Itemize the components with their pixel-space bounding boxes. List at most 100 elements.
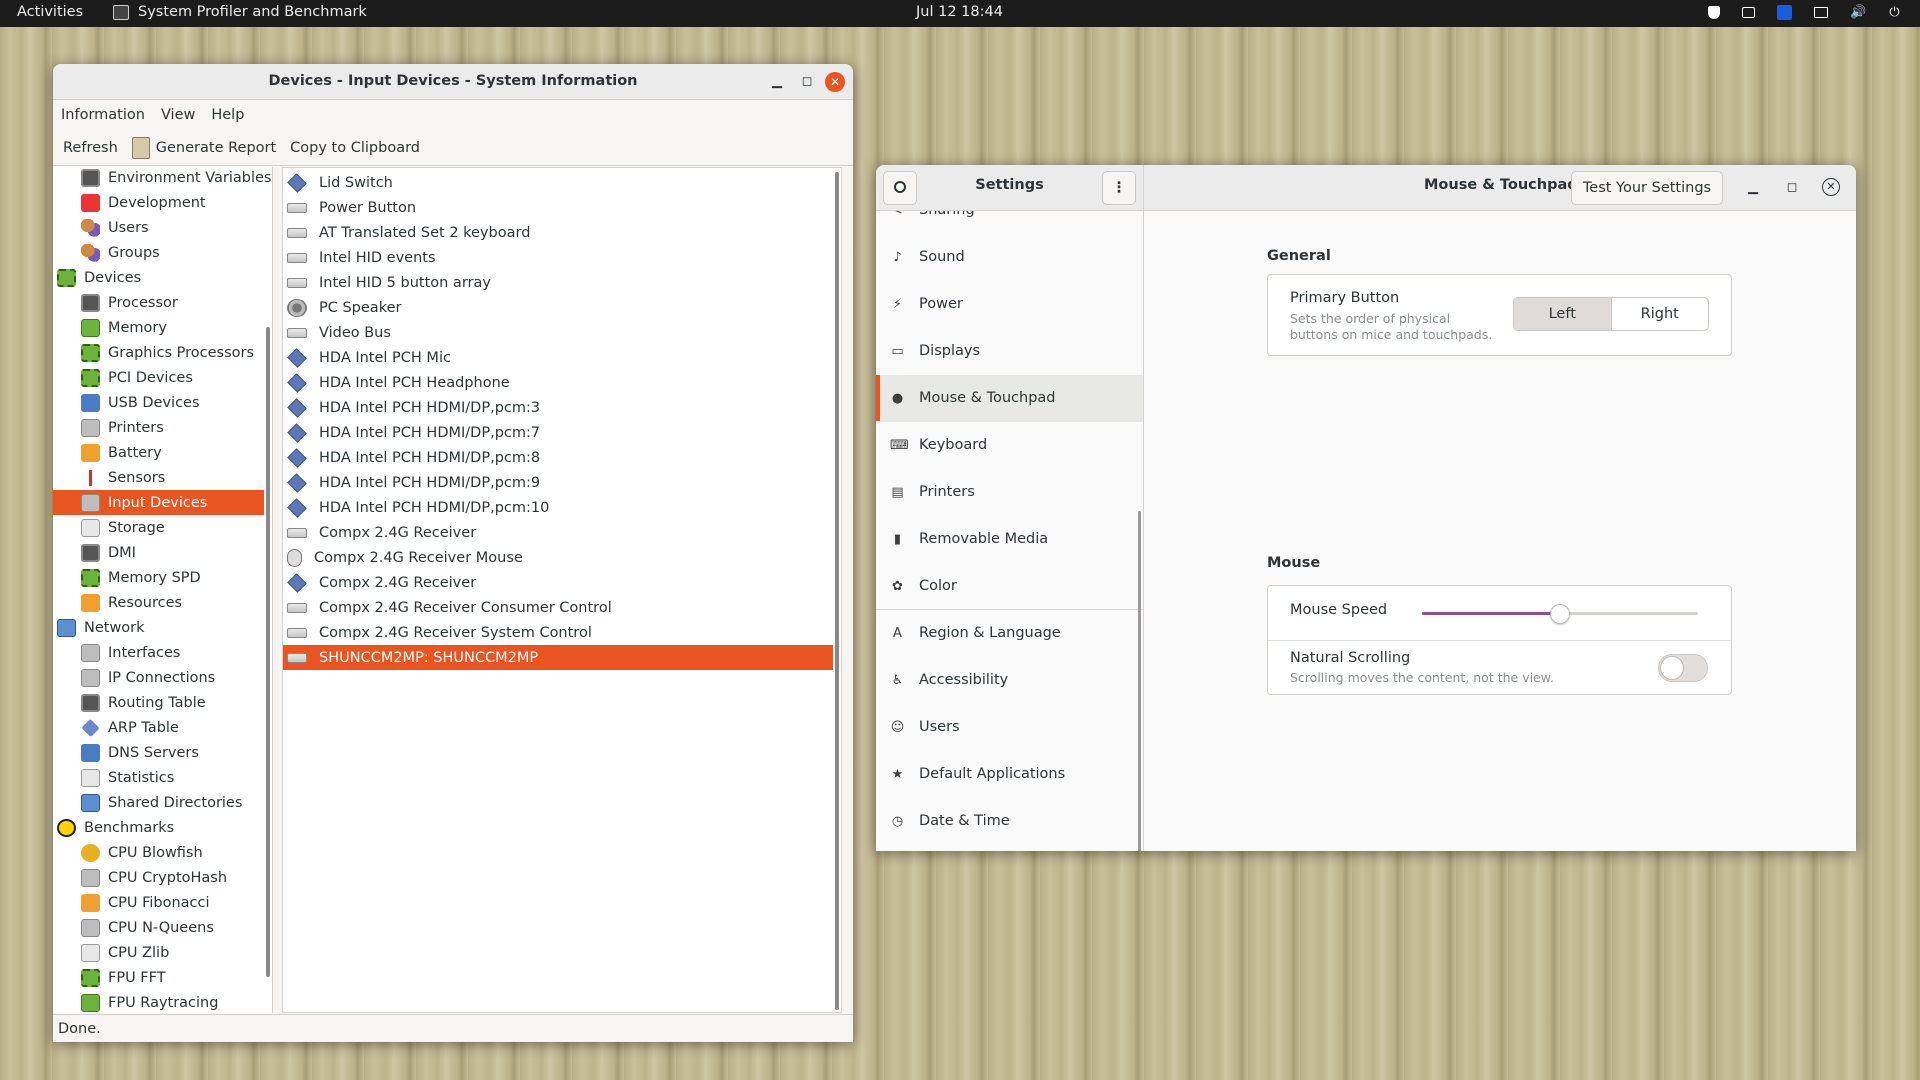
close-icon[interactable]: ✕ — [825, 72, 845, 92]
tree-item[interactable]: Benchmarks — [53, 815, 272, 840]
list-item[interactable]: SHUNCCM2MP: SHUNCCM2MP — [283, 645, 833, 670]
screen-icon[interactable] — [1814, 7, 1828, 18]
natural-scrolling-switch[interactable] — [1658, 654, 1708, 682]
settings-headerbar[interactable]: Settings ⋮ Mouse & Touchpad Test Your Se… — [876, 165, 1856, 211]
list-item[interactable]: Lid Switch — [283, 170, 841, 195]
left-option[interactable]: Left — [1514, 298, 1612, 330]
tree-item[interactable]: CPU Zlib — [53, 940, 272, 965]
list-item[interactable]: Compx 2.4G Receiver System Control — [283, 620, 841, 645]
tree-item[interactable]: Input Devices — [53, 490, 264, 515]
tree-item[interactable]: FPU FFT — [53, 965, 272, 990]
list-item[interactable]: HDA Intel PCH HDMI/DP,pcm:9 — [283, 470, 841, 495]
list-item[interactable]: Compx 2.4G Receiver Consumer Control — [283, 595, 841, 620]
menu-button[interactable]: ⋮ — [1102, 171, 1136, 205]
generate-report-button[interactable]: Generate Report — [131, 136, 282, 159]
tree-item[interactable]: CPU Blowfish — [53, 840, 272, 865]
tree-item[interactable]: Groups — [53, 240, 272, 265]
profiler-titlebar[interactable]: Devices - Input Devices - System Informa… — [53, 64, 853, 100]
tree-item[interactable]: Routing Table — [53, 690, 272, 715]
sidebar-item[interactable]: ♪ Sound — [876, 234, 1143, 281]
tree-item[interactable]: CPU Fibonacci — [53, 890, 272, 915]
list-item[interactable]: PC Speaker — [283, 295, 841, 320]
tree-item[interactable]: IP Connections — [53, 665, 272, 690]
list-item[interactable]: HDA Intel PCH Headphone — [283, 370, 841, 395]
list-item[interactable]: AT Translated Set 2 keyboard — [283, 220, 841, 245]
right-option[interactable]: Right — [1612, 298, 1709, 330]
list-scrollbar[interactable] — [835, 172, 839, 1010]
volume-icon[interactable]: 🔊 — [1850, 5, 1866, 20]
menu-help[interactable]: Help — [211, 107, 244, 123]
activities-button[interactable]: Activities — [17, 4, 83, 20]
tree-item[interactable]: Graphics Processors — [53, 340, 272, 365]
tree-item[interactable]: Sensors — [53, 465, 272, 490]
tree-item[interactable]: Devices — [53, 265, 272, 290]
maximize-icon[interactable]: ◻ — [797, 72, 817, 92]
sidebar-item[interactable]: ♿ Accessibility — [876, 657, 1143, 704]
sidebar-item[interactable]: ⌨ Keyboard — [876, 422, 1143, 469]
tree-item[interactable]: Battery — [53, 440, 272, 465]
list-item[interactable]: HDA Intel PCH Mic — [283, 345, 841, 370]
maximize-icon[interactable]: ◻ — [1782, 178, 1802, 198]
list-item[interactable]: Compx 2.4G Receiver — [283, 570, 841, 595]
tree-item[interactable]: Environment Variables — [53, 167, 272, 190]
tree-item[interactable]: DMI — [53, 540, 272, 565]
keyboard-indicator-icon[interactable] — [1742, 7, 1755, 18]
power-icon[interactable]: ⏻ — [1887, 5, 1902, 20]
tree-item[interactable]: ARP Table — [53, 715, 272, 740]
tree-item[interactable]: PCI Devices — [53, 365, 272, 390]
tree-item[interactable]: CPU N-Queens — [53, 915, 272, 940]
sidebar-item[interactable]: ★ Default Applications — [876, 751, 1143, 798]
sidebar-item[interactable]: ◷ Date & Time — [876, 798, 1143, 845]
menu-view[interactable]: View — [161, 107, 195, 123]
tree-item[interactable]: Network — [53, 615, 272, 640]
list-item[interactable]: HDA Intel PCH HDMI/DP,pcm:3 — [283, 395, 841, 420]
tree-item[interactable]: Statistics — [53, 765, 272, 790]
sidebar-item[interactable]: A Region & Language — [876, 610, 1143, 657]
slider-handle[interactable] — [1550, 604, 1570, 624]
sidebar-item[interactable]: ▤ Printers — [876, 469, 1143, 516]
minimize-icon[interactable]: ▁ — [767, 72, 787, 92]
copy-to-clipboard-button[interactable]: Copy to Clipboard — [290, 140, 426, 156]
list-item[interactable]: Video Bus — [283, 320, 841, 345]
tree-item[interactable]: Processor — [53, 290, 272, 315]
mouse-speed-slider[interactable] — [1422, 604, 1698, 624]
list-item[interactable]: HDA Intel PCH HDMI/DP,pcm:7 — [283, 420, 841, 445]
tree-scrollbar[interactable] — [266, 327, 270, 977]
list-item[interactable]: Compx 2.4G Receiver — [283, 520, 841, 545]
refresh-button[interactable]: Refresh — [63, 140, 124, 156]
sidebar-item[interactable]: ✿ Color — [876, 563, 1143, 610]
list-item[interactable]: HDA Intel PCH HDMI/DP,pcm:8 — [283, 445, 841, 470]
sidebar-item[interactable]: ⚡ Power — [876, 281, 1143, 328]
tree-item[interactable]: Storage — [53, 515, 272, 540]
clock[interactable]: Jul 12 18:44 — [916, 4, 1003, 20]
tree-item[interactable]: Memory — [53, 315, 272, 340]
tree-item[interactable]: Interfaces — [53, 640, 272, 665]
list-item[interactable]: Power Button — [283, 195, 841, 220]
tree-item[interactable]: USB Devices — [53, 390, 272, 415]
list-item[interactable]: Compx 2.4G Receiver Mouse — [283, 545, 841, 570]
tree-item[interactable]: Resources — [53, 590, 272, 615]
tree-item[interactable]: CPU CryptoHash — [53, 865, 272, 890]
list-item[interactable]: Intel HID 5 button array — [283, 270, 841, 295]
sidebar-item[interactable]: ● Mouse & Touchpad — [876, 375, 1143, 422]
list-item[interactable]: HDA Intel PCH HDMI/DP,pcm:10 — [283, 495, 841, 520]
tree-item[interactable]: Shared Directories — [53, 790, 272, 815]
tree-item[interactable]: DNS Servers — [53, 740, 272, 765]
sidebar-item[interactable]: < Sharing — [876, 211, 1143, 234]
menu-information[interactable]: Information — [61, 107, 145, 123]
tree-item[interactable]: Printers — [53, 415, 272, 440]
minimize-icon[interactable]: ▁ — [1743, 178, 1763, 198]
close-icon[interactable]: ✕ — [1822, 178, 1840, 196]
shield-icon[interactable] — [1708, 6, 1720, 19]
sidebar-item[interactable]: ▮ Removable Media — [876, 516, 1143, 563]
tree-item[interactable]: FPU Raytracing — [53, 990, 272, 1013]
tree-item[interactable]: Memory SPD — [53, 565, 272, 590]
test-your-settings-button[interactable]: Test Your Settings — [1571, 171, 1723, 205]
app-menu[interactable]: System Profiler and Benchmark — [113, 4, 367, 20]
sidebar-item[interactable]: ▭ Displays — [876, 328, 1143, 375]
tree-item[interactable]: Development — [53, 190, 272, 215]
bitwarden-icon[interactable] — [1777, 5, 1792, 20]
tree-item[interactable]: Users — [53, 215, 272, 240]
sidebar-scrollbar[interactable] — [1138, 511, 1141, 851]
sidebar-item[interactable]: ☺ Users — [876, 704, 1143, 751]
